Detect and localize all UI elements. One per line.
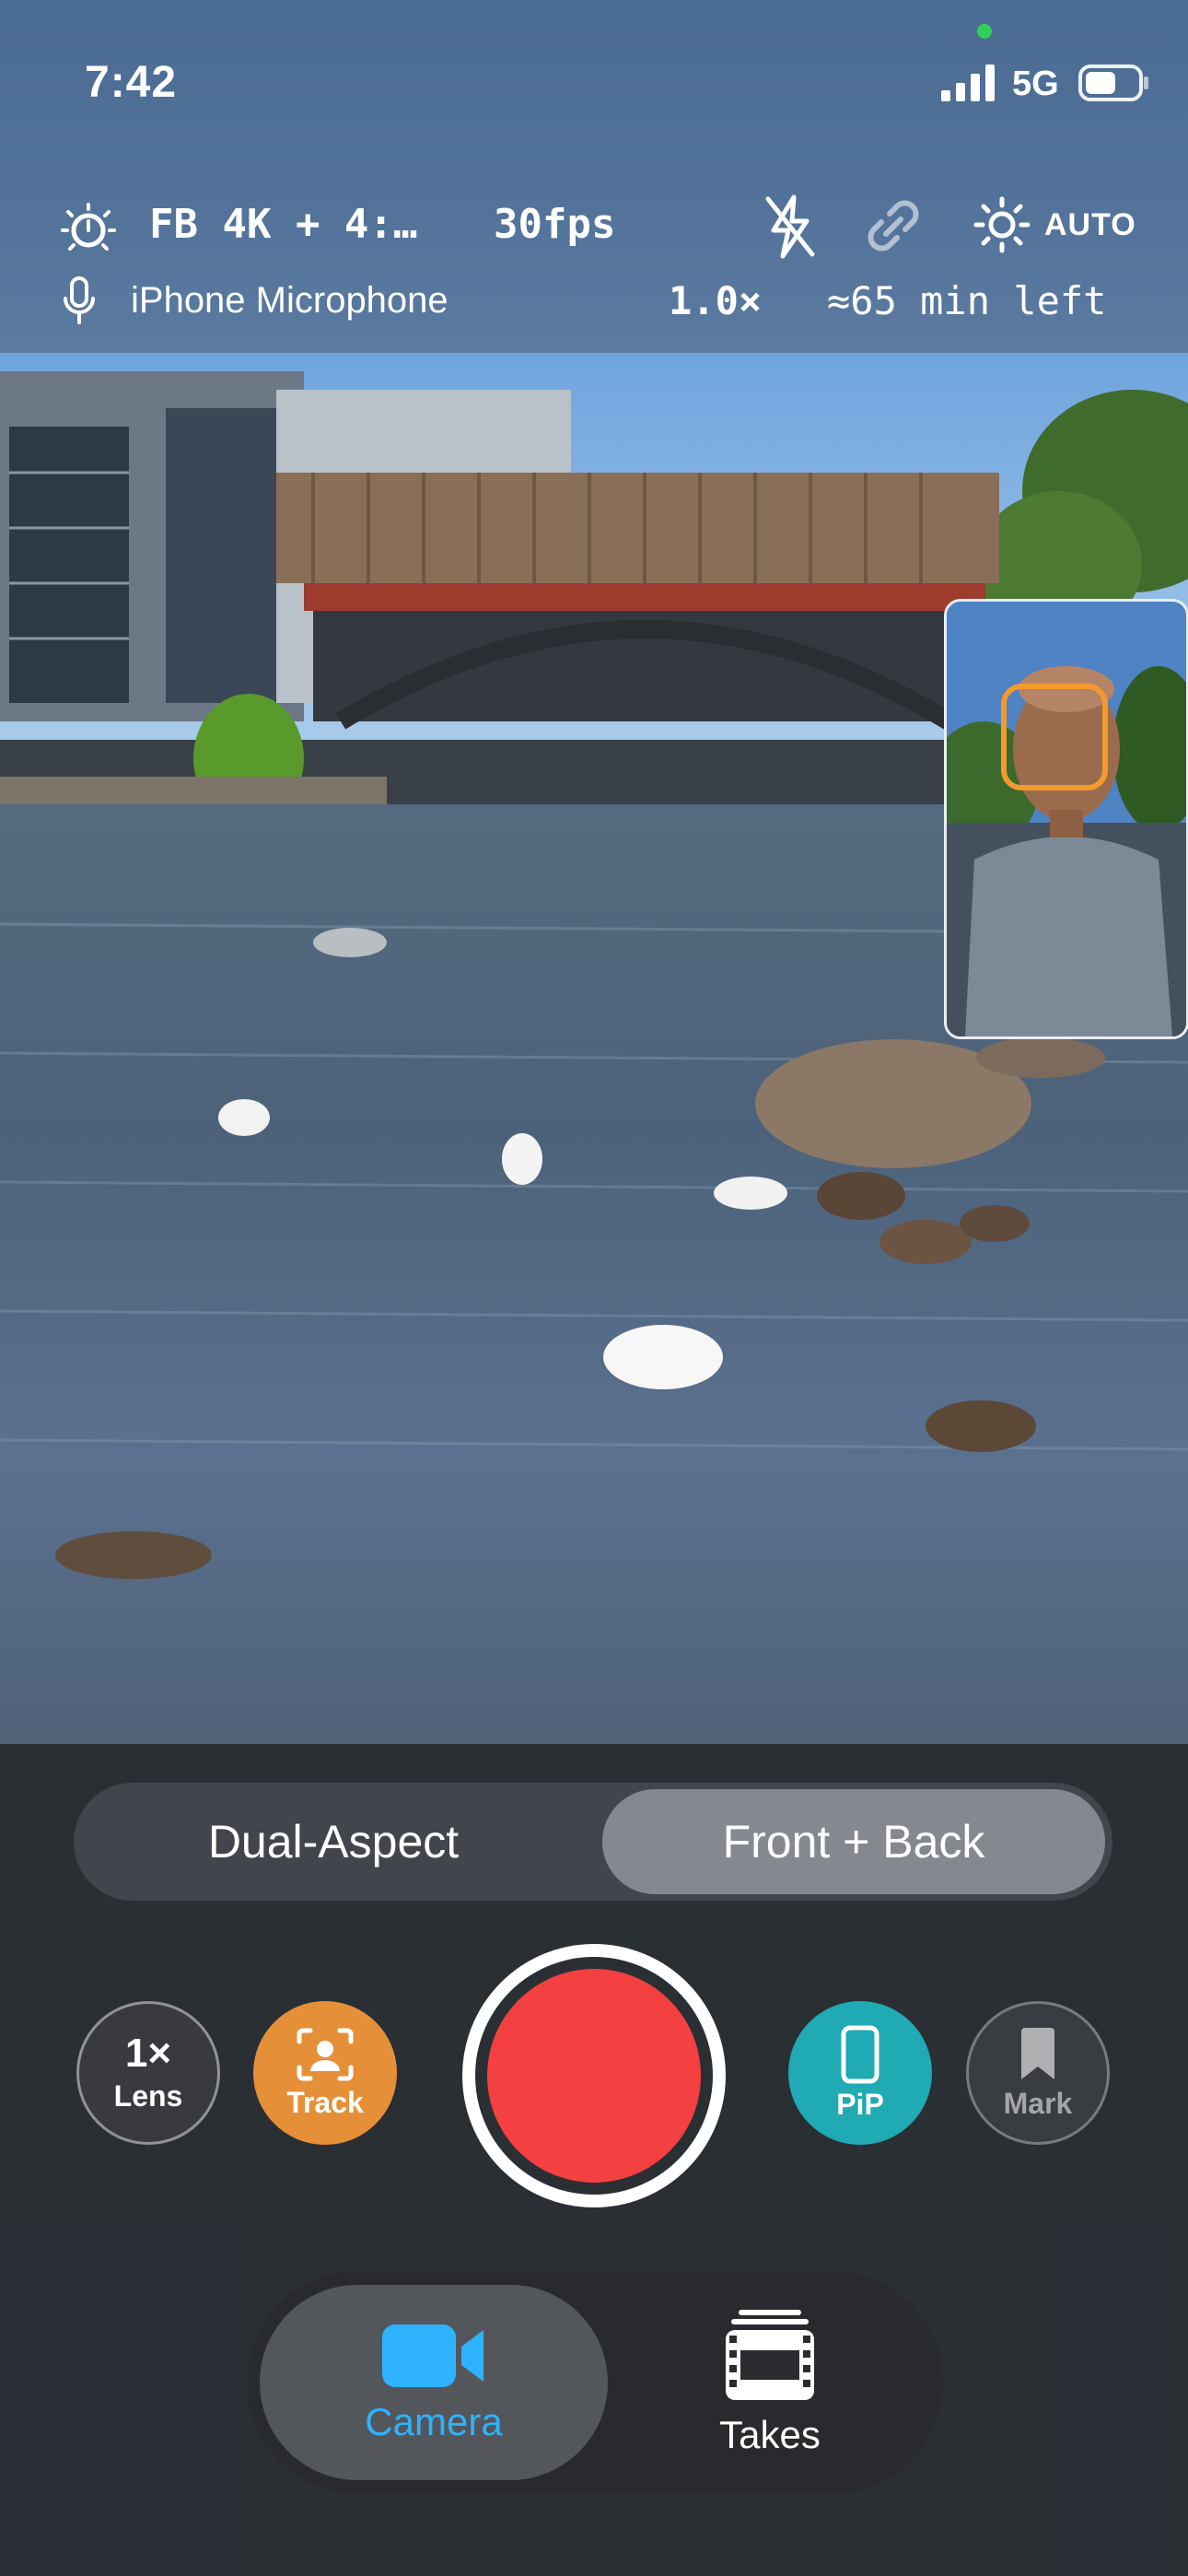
face-tracking-box — [1001, 684, 1108, 790]
tab-takes[interactable]: Takes — [608, 2285, 932, 2480]
mode-dual-aspect[interactable]: Dual-Aspect — [74, 1783, 593, 1901]
lens-label: Lens — [113, 2078, 183, 2113]
camera-viewfinder[interactable] — [0, 353, 1188, 1744]
recording-time-left: ≈65 min left — [827, 278, 1107, 323]
frame-rate-label[interactable]: 30fps — [494, 201, 615, 248]
track-button[interactable]: Track — [253, 2001, 397, 2145]
status-time: 7:42 — [85, 58, 178, 107]
cellular-signal-icon — [941, 64, 995, 101]
pip-front-camera-preview[interactable] — [944, 599, 1188, 1039]
pip-label: PiP — [836, 2087, 884, 2121]
bookmark-icon — [1021, 2027, 1054, 2079]
flash-off-icon[interactable] — [763, 193, 818, 260]
lens-button[interactable]: 1× Lens — [76, 2001, 220, 2145]
mode-front-back[interactable]: Front + Back — [602, 1789, 1105, 1894]
record-button-core — [487, 1969, 701, 2183]
mark-label: Mark — [1003, 2086, 1073, 2120]
pip-button[interactable]: PiP — [788, 2001, 932, 2145]
microphone-icon[interactable] — [63, 276, 96, 326]
network-type: 5G — [1012, 64, 1059, 103]
link-icon[interactable] — [862, 195, 925, 256]
face-track-icon — [297, 2028, 354, 2080]
microphone-source-label[interactable]: iPhone Microphone — [131, 280, 448, 322]
timer-sun-icon[interactable] — [61, 201, 116, 256]
tab-camera-label: Camera — [365, 2400, 503, 2443]
camera-in-use-indicator — [977, 24, 992, 39]
battery-icon — [1078, 64, 1148, 101]
film-stack-icon — [726, 2310, 814, 2400]
mark-button[interactable]: Mark — [966, 2001, 1110, 2145]
sun-icon[interactable] — [973, 195, 1031, 254]
record-button[interactable] — [462, 1944, 726, 2207]
pip-phone-icon — [841, 2025, 879, 2083]
video-format-label[interactable]: FB 4K + 4:… — [149, 201, 417, 248]
lens-value: 1× — [124, 2030, 172, 2076]
video-camera-icon — [382, 2324, 483, 2387]
track-label: Track — [286, 2085, 364, 2119]
tab-camera[interactable]: Camera — [260, 2285, 608, 2480]
tab-takes-label: Takes — [719, 2413, 821, 2456]
exposure-mode-label[interactable]: AUTO — [1044, 207, 1136, 243]
zoom-readout[interactable]: 1.0× — [669, 278, 762, 323]
